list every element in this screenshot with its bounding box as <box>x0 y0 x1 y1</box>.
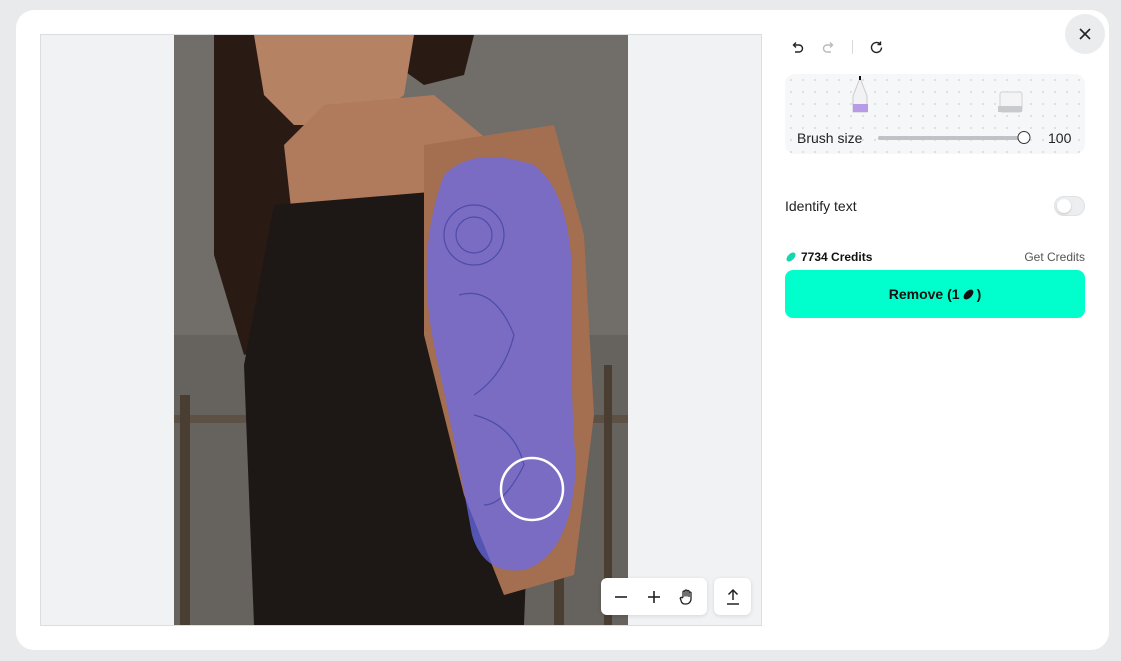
redo-button[interactable] <box>820 38 838 56</box>
get-credits-link[interactable]: Get Credits <box>1024 250 1085 264</box>
plus-icon <box>647 590 660 603</box>
identify-text-row: Identify text <box>785 194 1085 218</box>
brush-size-slider-thumb[interactable] <box>1017 131 1031 144</box>
toolbar-divider <box>852 40 853 54</box>
brush-panel: Brush size 100 <box>785 74 1085 154</box>
export-button[interactable] <box>714 578 751 615</box>
brush-size-label: Brush size <box>797 130 863 146</box>
brush-tools <box>852 76 1023 113</box>
history-toolbar <box>788 38 885 56</box>
identify-text-toggle[interactable] <box>1054 196 1085 216</box>
remove-object-modal: Brush size 100 Identify text 7734 Credit… <box>16 10 1109 650</box>
editor-canvas[interactable] <box>40 34 762 626</box>
hand-icon <box>679 588 692 605</box>
undo-button[interactable] <box>788 38 806 56</box>
zoom-controls <box>601 578 707 615</box>
undo-icon <box>792 42 804 53</box>
reset-button[interactable] <box>867 38 885 56</box>
remove-button[interactable]: Remove (1 ) <box>785 270 1085 318</box>
remove-button-label: Remove (1 <box>888 286 960 302</box>
brush-size-row: Brush size 100 <box>797 128 1077 148</box>
close-icon <box>1079 28 1091 40</box>
minus-icon <box>615 595 628 598</box>
brush-size-slider-fill <box>878 136 1024 140</box>
brush-tool-icon[interactable] <box>852 76 868 113</box>
toggle-knob <box>1057 199 1071 213</box>
close-button[interactable] <box>1065 14 1105 54</box>
credits-balance: 7734 Credits <box>785 250 872 264</box>
eraser-tool-icon[interactable] <box>998 91 1023 113</box>
remove-button-label-suffix: ) <box>976 286 982 302</box>
reset-icon <box>870 41 882 53</box>
credits-row: 7734 Credits Get Credits <box>785 248 1085 266</box>
zoom-in-button[interactable] <box>639 582 669 612</box>
credit-icon <box>963 289 973 299</box>
upload-icon <box>726 588 739 605</box>
zoom-out-button[interactable] <box>606 582 636 612</box>
brush-size-slider[interactable] <box>878 131 1031 144</box>
identify-text-label: Identify text <box>785 198 857 214</box>
photo <box>174 35 628 625</box>
redo-icon <box>822 42 834 53</box>
brush-size-value: 100 <box>1048 130 1072 146</box>
credit-icon <box>786 252 796 262</box>
pan-button[interactable] <box>672 582 702 612</box>
credits-count: 7734 Credits <box>801 250 873 264</box>
